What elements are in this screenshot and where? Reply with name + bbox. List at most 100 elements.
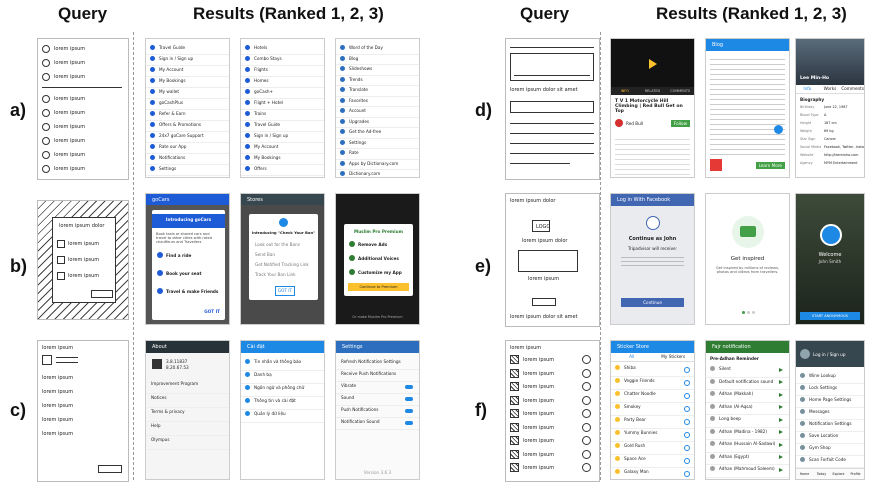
f2-item[interactable]: Long beep <box>706 414 789 428</box>
f3-nav-tab[interactable]: Explore <box>830 469 847 479</box>
play-icon[interactable] <box>779 442 783 447</box>
avatar <box>820 224 842 246</box>
download-icon[interactable] <box>684 379 690 386</box>
sketch-text: lorem ipsum <box>54 46 86 52</box>
c1-item[interactable]: Olympus <box>146 435 229 450</box>
toggle-switch[interactable] <box>405 409 413 413</box>
f3-login[interactable]: Log in / Sign up <box>813 352 845 357</box>
d1-tab[interactable]: COMMENTS <box>666 87 694 95</box>
b3-premium-button[interactable]: Continue to Premium <box>348 283 409 291</box>
menu-icon <box>340 171 345 176</box>
f1-item[interactable]: Veggie Friends <box>611 376 694 390</box>
a2-item-label: Trains <box>254 111 267 116</box>
download-icon[interactable] <box>684 470 690 477</box>
f1-tabs: All My Stickers <box>611 353 694 362</box>
download-icon[interactable] <box>684 392 690 399</box>
f2-item[interactable]: Silent <box>706 364 789 378</box>
f2-item[interactable]: Adhan (Al-Aqsa) <box>706 402 789 415</box>
play-icon[interactable] <box>779 367 783 372</box>
a3-item-label: Word of the Day <box>349 45 383 50</box>
sketch-text: lorem ipsum <box>68 241 100 247</box>
c2-item[interactable]: Danh bạ <box>241 370 324 384</box>
f3-item[interactable]: Scan Forfait Code <box>796 455 864 468</box>
d1-video-player[interactable] <box>611 39 694 87</box>
query-sketch-b: lorem ipsum dolor lorem ipsum lorem ipsu… <box>37 200 129 320</box>
play-icon[interactable] <box>779 455 783 460</box>
d2-learn-more-button[interactable]: Learn More <box>755 162 785 169</box>
f1-item[interactable]: Galaxy Man <box>611 467 694 479</box>
f1-tab[interactable]: All <box>611 353 653 361</box>
f1-item[interactable]: Smokey <box>611 402 694 416</box>
b2-got-it-button[interactable]: GOT IT <box>275 286 295 296</box>
d1-tab[interactable]: RELATED VIDEOS <box>639 87 667 101</box>
d1-subscribe-button[interactable]: Follow <box>670 120 690 127</box>
f2-item[interactable]: Adhan (Egypt) <box>706 452 789 465</box>
f2-item[interactable]: Adhan (Madina - 1982) <box>706 427 789 440</box>
toggle-switch[interactable] <box>405 385 413 389</box>
f2-item[interactable]: Adhan (Hussain Al-Sadawi) <box>706 439 789 453</box>
d3-tab[interactable]: Works <box>819 85 842 93</box>
play-icon[interactable] <box>779 405 783 410</box>
c1-item[interactable]: Help <box>146 421 229 436</box>
f2-item[interactable]: Adhan (Makkah) <box>706 389 789 403</box>
c2-item[interactable]: Ngôn ngữ và phông chữ <box>241 383 324 397</box>
f1-item[interactable]: Party Bear <box>611 415 694 429</box>
f2-item[interactable]: Adhan (Mahmoud Saleem) <box>706 464 789 478</box>
c2-item[interactable]: Thông tin và cài đặt <box>241 396 324 410</box>
f3-nav-tab[interactable]: Home <box>796 469 813 479</box>
c2-item[interactable]: Quản lý dữ liệu <box>241 409 324 423</box>
f1-item[interactable]: Space Ace <box>611 454 694 468</box>
toggle-switch[interactable] <box>405 397 413 401</box>
play-icon[interactable] <box>649 59 657 69</box>
menu-icon <box>800 397 805 402</box>
f1-item[interactable]: Shiba <box>611 363 694 377</box>
d1-tab[interactable]: INFO <box>611 87 639 95</box>
b2-item: Look out for the Bans <box>255 242 300 247</box>
play-icon[interactable] <box>779 430 783 435</box>
download-icon[interactable] <box>684 444 690 451</box>
a3-item-label: Upgrades <box>349 118 370 124</box>
row-label-e: e) <box>475 256 492 276</box>
d3-tab[interactable]: Comments <box>841 85 864 93</box>
download-icon[interactable] <box>684 366 690 373</box>
sketch-divider <box>56 357 78 358</box>
f2-item[interactable]: Default notification sound <box>706 377 789 390</box>
c1-item[interactable]: Terms & privacy <box>146 407 229 422</box>
sketch-video-area <box>510 53 594 81</box>
c1-item[interactable]: Improvement Program <box>146 379 229 394</box>
b1-app-bar: goCars <box>146 194 229 205</box>
b1-got-it-button[interactable]: GOT IT <box>204 309 220 314</box>
a3-item-label: Favorites <box>349 97 368 103</box>
play-icon[interactable] <box>779 380 783 385</box>
f3-nav-tab[interactable]: Profile <box>847 469 864 479</box>
download-icon[interactable] <box>684 418 690 425</box>
share-icon[interactable] <box>774 125 783 134</box>
a3-item[interactable]: Dictionary.com <box>336 169 419 177</box>
f1-item[interactable]: Chatter Noodle <box>611 389 694 403</box>
d3-tab[interactable]: Info <box>796 85 819 93</box>
c1-item[interactable]: Notices <box>146 393 229 408</box>
f3-nav-tab[interactable]: Today <box>813 469 830 479</box>
f1-item[interactable]: Gold Rush <box>611 441 694 455</box>
e1-continue-button[interactable]: Continue <box>621 298 684 307</box>
a1-item[interactable]: Settings <box>146 164 229 176</box>
sketch-text: lorem ipsum <box>54 124 86 130</box>
voices-icon <box>349 255 355 261</box>
toggle-switch[interactable] <box>405 421 413 425</box>
a2-item[interactable]: Offers <box>241 164 324 176</box>
c2-item[interactable]: Tin nhắn và thông báo <box>241 357 324 371</box>
play-icon[interactable] <box>779 392 783 397</box>
sketch-permissions-box <box>518 250 578 272</box>
download-icon[interactable] <box>684 457 690 464</box>
menu-icon <box>150 122 155 127</box>
play-icon[interactable] <box>779 467 783 472</box>
download-icon[interactable] <box>684 431 690 438</box>
download-icon[interactable] <box>684 405 690 412</box>
f1-item[interactable]: Yummy Bunnies <box>611 428 694 442</box>
e3-start-button[interactable]: START ANONYMOUS <box>800 312 860 320</box>
c3-item[interactable]: Notification Sound <box>336 417 419 430</box>
sketch-divider <box>510 163 570 164</box>
d1-tabs: INFO RELATED VIDEOS COMMENTS <box>611 87 694 101</box>
play-icon[interactable] <box>779 417 783 422</box>
f1-tab[interactable]: My Stickers <box>653 353 695 361</box>
